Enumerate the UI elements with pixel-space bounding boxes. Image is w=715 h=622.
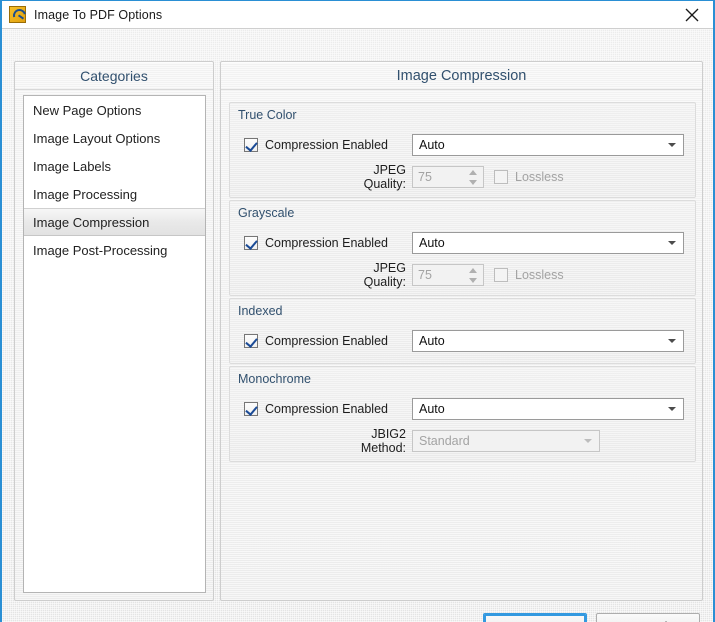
spinner-arrows-icon[interactable] <box>468 267 479 284</box>
true-color-compression-enabled-label: Compression Enabled <box>265 138 388 152</box>
list-item-label: Image Labels <box>33 158 112 174</box>
ok-button[interactable]: OK <box>483 613 587 622</box>
group-title-true-color: True Color <box>238 108 297 122</box>
grayscale-lossless-label: Lossless <box>515 268 564 282</box>
sidebar-item-new-page-options[interactable]: New Page Options <box>24 96 205 124</box>
spinner-arrows-icon[interactable] <box>468 169 479 186</box>
close-button[interactable] <box>671 1 713 28</box>
list-item-label: Image Processing <box>33 186 138 202</box>
categories-listbox[interactable]: New Page Options Image Layout Options Im… <box>23 95 206 593</box>
grayscale-compression-enabled-label: Compression Enabled <box>265 236 388 250</box>
true-color-compression-value: Auto <box>419 138 445 152</box>
indexed-compression-value: Auto <box>419 334 445 348</box>
sidebar-item-image-post-processing[interactable]: Image Post-Processing <box>24 236 205 264</box>
chevron-down-icon <box>668 407 676 411</box>
true-color-lossless-label: Lossless <box>515 170 564 184</box>
sidebar-item-image-processing[interactable]: Image Processing <box>24 180 205 208</box>
chevron-down-icon <box>668 241 676 245</box>
grayscale-compression-value: Auto <box>419 236 445 250</box>
dialog-body: Categories New Page Options Image Layout… <box>2 29 713 622</box>
grayscale-jpeg-quality-label: JPEG Quality: <box>363 261 406 289</box>
monochrome-compression-enabled-label: Compression Enabled <box>265 402 388 416</box>
window-title: Image To PDF Options <box>34 7 163 22</box>
monochrome-compression-enabled-checkbox[interactable] <box>244 402 258 416</box>
group-title-indexed: Indexed <box>238 304 283 318</box>
monochrome-compression-combo[interactable]: Auto <box>412 398 684 420</box>
grayscale-jpeg-quality-value: 75 <box>418 268 432 282</box>
true-color-jpeg-quality-stepper[interactable]: 75 <box>412 166 484 188</box>
true-color-jpeg-quality-value: 75 <box>418 170 432 184</box>
page-title: Image Compression <box>221 62 702 90</box>
true-color-compression-combo[interactable]: Auto <box>412 134 684 156</box>
jbig2-method-value: Standard <box>419 434 470 448</box>
group-indexed: Indexed Compression Enabled Auto <box>229 298 696 364</box>
jbig2-method-label: JBIG2 Method: <box>360 427 406 455</box>
true-color-compression-enabled-checkbox[interactable] <box>244 138 258 152</box>
cancel-button[interactable]: Cancel <box>596 613 700 622</box>
list-item-label: Image Layout Options <box>33 130 161 146</box>
jbig2-method-combo[interactable]: Standard <box>412 430 600 452</box>
grayscale-lossless-checkbox[interactable] <box>494 268 508 282</box>
image-compression-panel: Image Compression True Color Compression… <box>220 61 703 601</box>
group-title-grayscale: Grayscale <box>238 206 295 220</box>
title-bar: Image To PDF Options <box>2 1 713 29</box>
grayscale-jpeg-quality-stepper[interactable]: 75 <box>412 264 484 286</box>
close-icon <box>685 8 699 21</box>
chevron-down-icon <box>668 143 676 147</box>
app-icon <box>9 6 26 23</box>
group-grayscale: Grayscale Compression Enabled Auto JPEG … <box>229 200 696 296</box>
true-color-lossless-checkbox[interactable] <box>494 170 508 184</box>
sidebar-item-image-labels[interactable]: Image Labels <box>24 152 205 180</box>
chevron-down-icon <box>668 339 676 343</box>
true-color-jpeg-quality-label: JPEG Quality: <box>363 163 406 191</box>
list-item-label: New Page Options <box>33 102 142 118</box>
categories-header: Categories <box>15 62 213 90</box>
grayscale-compression-combo[interactable]: Auto <box>412 232 684 254</box>
group-monochrome: Monochrome Compression Enabled Auto JBIG… <box>229 366 696 462</box>
monochrome-compression-value: Auto <box>419 402 445 416</box>
chevron-down-icon <box>584 439 592 443</box>
sidebar-item-image-layout-options[interactable]: Image Layout Options <box>24 124 205 152</box>
group-title-monochrome: Monochrome <box>238 372 311 386</box>
list-item-label: Image Post-Processing <box>33 242 168 258</box>
list-item-label: Image Compression <box>33 214 150 230</box>
indexed-compression-enabled-checkbox[interactable] <box>244 334 258 348</box>
indexed-compression-combo[interactable]: Auto <box>412 330 684 352</box>
grayscale-compression-enabled-checkbox[interactable] <box>244 236 258 250</box>
categories-panel: Categories New Page Options Image Layout… <box>14 61 214 601</box>
group-true-color: True Color Compression Enabled Auto JPEG… <box>229 102 696 198</box>
indexed-compression-enabled-label: Compression Enabled <box>265 334 388 348</box>
sidebar-item-image-compression[interactable]: Image Compression <box>24 208 205 236</box>
